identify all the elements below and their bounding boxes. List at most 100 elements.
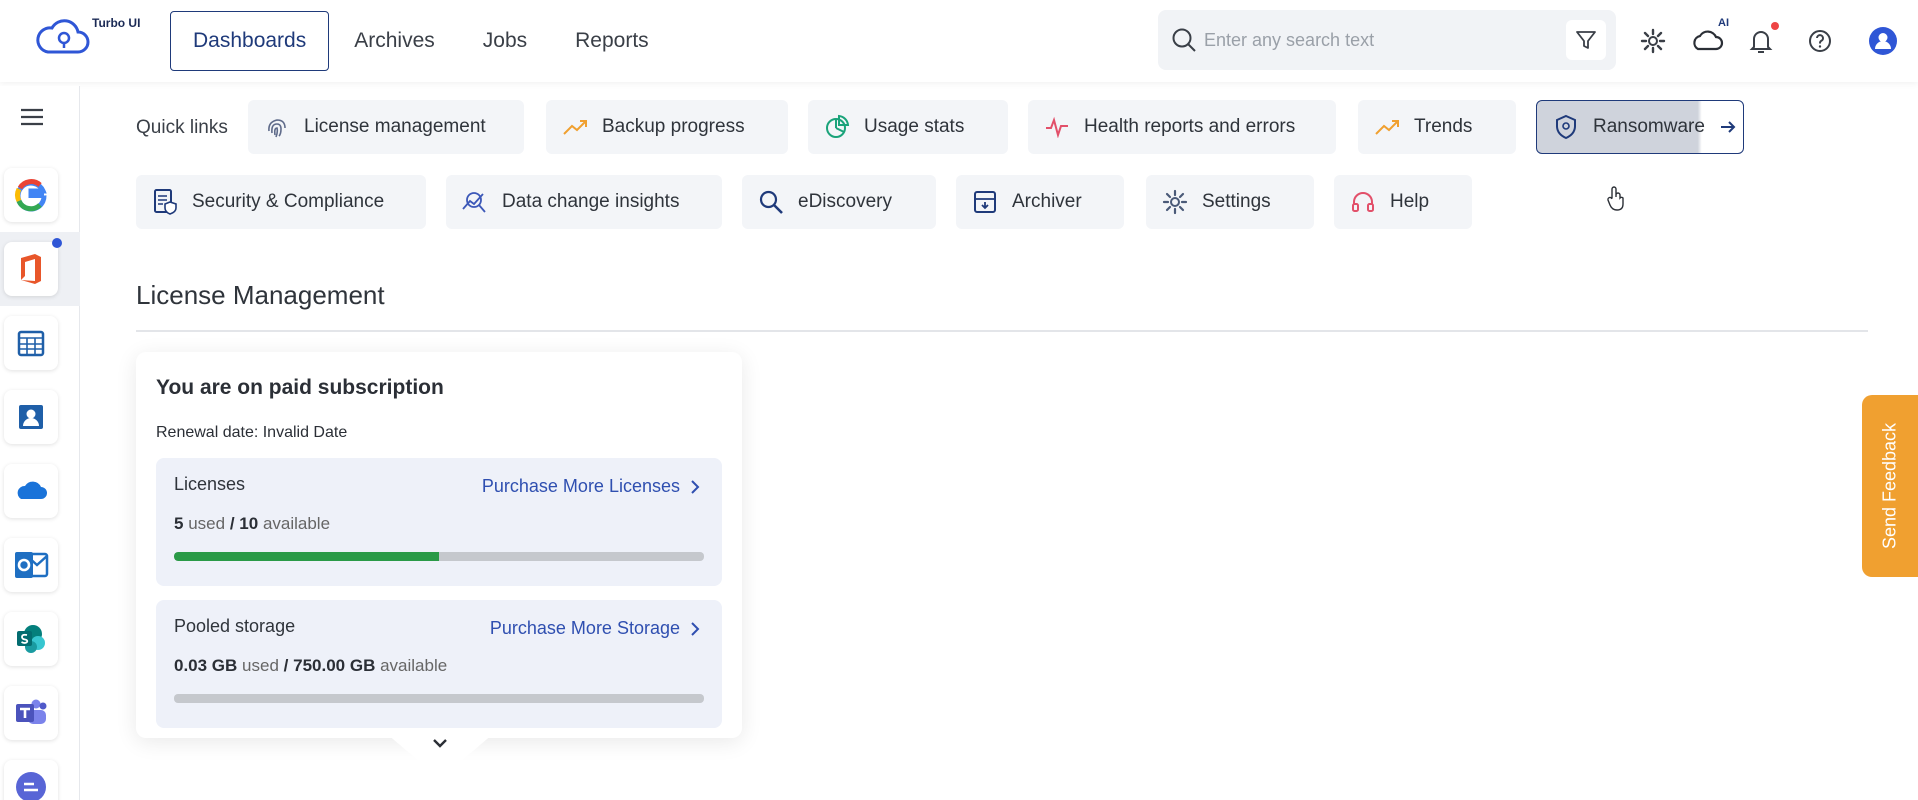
contacts-icon bbox=[19, 405, 43, 429]
arrow-right-icon bbox=[1720, 121, 1736, 133]
search-input[interactable] bbox=[1204, 24, 1554, 56]
section-divider bbox=[136, 330, 1868, 332]
quick-link-label: Settings bbox=[1202, 191, 1271, 212]
app-teams[interactable] bbox=[4, 686, 58, 740]
quick-link-label: Archiver bbox=[1012, 191, 1082, 212]
chat-icon bbox=[16, 772, 46, 800]
onedrive-icon bbox=[17, 481, 47, 499]
nav-archives[interactable]: Archives bbox=[331, 11, 458, 71]
top-bar: Turbo UI Dashboards Archives Jobs Report… bbox=[0, 0, 1918, 82]
quick-link-help[interactable]: Help bbox=[1334, 175, 1472, 229]
quick-link-label: Usage stats bbox=[864, 116, 965, 137]
menu-button[interactable] bbox=[14, 102, 50, 132]
subscription-card: You are on paid subscription Renewal dat… bbox=[136, 352, 742, 738]
main-nav: Dashboards Archives Jobs Reports bbox=[170, 11, 674, 71]
licenses-used-value: 5 bbox=[174, 514, 184, 533]
expand-card-button[interactable] bbox=[380, 728, 500, 768]
app-sidebar bbox=[0, 86, 80, 800]
app-calendar[interactable] bbox=[4, 316, 58, 370]
quick-link-license-management[interactable]: License management bbox=[248, 100, 524, 154]
storage-progress-bar bbox=[174, 694, 704, 703]
app-google[interactable] bbox=[4, 168, 58, 222]
filter-icon bbox=[1576, 31, 1596, 49]
fingerprint-icon bbox=[262, 112, 292, 142]
licenses-progress-fill bbox=[174, 552, 439, 561]
quick-link-archiver[interactable]: Archiver bbox=[956, 175, 1124, 229]
app-office[interactable] bbox=[4, 242, 58, 296]
user-avatar-button[interactable] bbox=[1864, 22, 1902, 60]
send-feedback-label: Send Feedback bbox=[1879, 422, 1900, 550]
storage-available-value: 750.00 GB bbox=[293, 656, 376, 675]
settings-button[interactable] bbox=[1634, 22, 1672, 60]
quick-link-label: Trends bbox=[1414, 116, 1473, 137]
quick-link-ediscovery[interactable]: eDiscovery bbox=[742, 175, 936, 229]
quick-link-label: Help bbox=[1390, 191, 1430, 212]
outlook-icon bbox=[15, 552, 49, 578]
app-outlook[interactable] bbox=[4, 538, 58, 592]
bell-icon bbox=[1749, 31, 1773, 53]
quick-link-trends[interactable]: Trends bbox=[1358, 100, 1516, 154]
brand-logo[interactable]: Turbo UI bbox=[34, 14, 154, 64]
storage-label: Pooled storage bbox=[174, 616, 296, 636]
google-icon bbox=[15, 179, 47, 212]
user-avatar-icon bbox=[1869, 27, 1897, 55]
search-bar bbox=[1158, 10, 1616, 70]
brand-name: Turbo UI bbox=[92, 16, 141, 30]
app-office-indicator-dot bbox=[52, 238, 62, 248]
quick-link-ransomware[interactable]: Ransomware bbox=[1536, 100, 1744, 154]
licenses-usage: 5 used / 10 available bbox=[174, 514, 330, 534]
quick-link-label: License management bbox=[304, 116, 486, 137]
archive-box-icon bbox=[970, 187, 1000, 217]
quick-link-health-reports[interactable]: Health reports and errors bbox=[1028, 100, 1336, 154]
hand-cursor-icon bbox=[1607, 186, 1624, 211]
app-chat[interactable] bbox=[4, 760, 58, 800]
hamburger-icon bbox=[21, 108, 43, 126]
quick-link-label: Security & Compliance bbox=[192, 191, 385, 212]
purchase-storage-link[interactable]: Purchase More Storage bbox=[490, 618, 700, 639]
trend-up-icon bbox=[1372, 112, 1402, 142]
chevron-right-icon bbox=[691, 479, 700, 494]
storage-used-word: used bbox=[242, 656, 279, 675]
calendar-icon bbox=[17, 330, 45, 357]
document-shield-icon bbox=[150, 187, 180, 217]
storage-panel: Pooled storage Purchase More Storage 0.0… bbox=[156, 600, 722, 728]
app-sharepoint[interactable] bbox=[4, 612, 58, 666]
storage-used-value: 0.03 GB bbox=[174, 656, 238, 675]
send-feedback-tab[interactable]: Send Feedback bbox=[1862, 395, 1918, 577]
licenses-available-word: available bbox=[262, 514, 331, 533]
quick-link-usage-stats[interactable]: Usage stats bbox=[808, 100, 1008, 154]
cloud-logo-icon bbox=[36, 19, 90, 54]
quick-link-label: Data change insights bbox=[502, 191, 680, 212]
licenses-label: Licenses bbox=[174, 474, 246, 494]
teams-icon bbox=[16, 699, 47, 724]
licenses-panel: Licenses Purchase More Licenses 5 used /… bbox=[156, 458, 722, 586]
quick-link-label: eDiscovery bbox=[798, 191, 892, 212]
storage-separator: / bbox=[283, 656, 289, 675]
quick-link-label: Ransomware bbox=[1593, 116, 1705, 137]
nav-dashboards[interactable]: Dashboards bbox=[170, 11, 330, 71]
quick-link-label: Backup progress bbox=[602, 116, 745, 137]
quick-link-security-compliance[interactable]: Security & Compliance bbox=[136, 175, 426, 229]
storage-available-word: available bbox=[380, 656, 448, 675]
purchase-storage-label: Purchase More Storage bbox=[489, 618, 680, 638]
search-icon bbox=[1172, 28, 1196, 52]
pie-chart-icon bbox=[822, 112, 852, 142]
nav-reports[interactable]: Reports bbox=[552, 11, 672, 71]
storage-usage: 0.03 GB used / 750.00 GB available bbox=[174, 656, 447, 676]
quick-link-data-change-insights[interactable]: Data change insights bbox=[446, 175, 722, 229]
nav-jobs[interactable]: Jobs bbox=[460, 11, 550, 71]
purchase-licenses-label: Purchase More Licenses bbox=[481, 476, 680, 496]
headset-icon bbox=[1348, 187, 1378, 217]
app-contacts[interactable] bbox=[4, 390, 58, 444]
sharepoint-icon bbox=[17, 625, 45, 653]
help-button[interactable] bbox=[1801, 22, 1839, 60]
app-onedrive[interactable] bbox=[4, 464, 58, 518]
ai-badge: AI bbox=[1718, 17, 1729, 29]
quick-link-backup-progress[interactable]: Backup progress bbox=[546, 100, 788, 154]
quick-link-settings[interactable]: Settings bbox=[1146, 175, 1314, 229]
licenses-available-value: 10 bbox=[239, 514, 259, 533]
section-title: License Management bbox=[136, 280, 385, 310]
licenses-used-word: used bbox=[188, 514, 226, 533]
filter-button[interactable] bbox=[1566, 20, 1606, 60]
purchase-licenses-link[interactable]: Purchase More Licenses bbox=[482, 476, 700, 497]
